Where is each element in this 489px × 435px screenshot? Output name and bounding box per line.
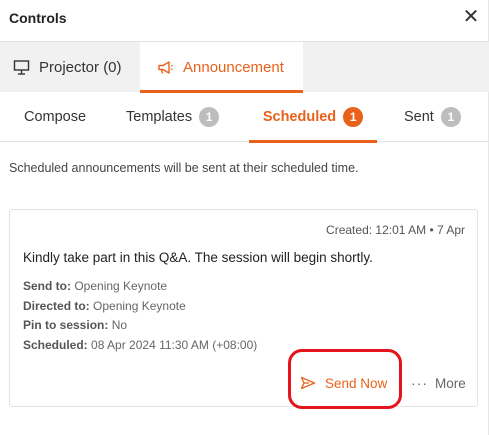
send-icon [300, 376, 316, 390]
tab-templates-label: Templates [126, 109, 193, 125]
directed-to-label: Directed to: [23, 299, 90, 313]
tab-projector[interactable]: Projector (0) [13, 42, 122, 93]
panel-header: Controls ✕ [0, 0, 489, 38]
scheduled-label: Scheduled: [23, 338, 88, 352]
tab-compose[interactable]: Compose [24, 92, 86, 142]
send-to-row: Send to: Opening Keynote [23, 279, 167, 293]
pin-to-session-row: Pin to session: No [23, 318, 127, 332]
tab-announcement-label: Announcement [183, 59, 284, 76]
send-to-label: Send to: [23, 279, 71, 293]
tab-announcement[interactable]: Announcement [140, 42, 303, 93]
tab-sent[interactable]: Sent 1 [404, 92, 461, 142]
scheduled-count-badge: 1 [343, 107, 364, 127]
directed-to-row: Directed to: Opening Keynote [23, 299, 186, 313]
tab-templates[interactable]: Templates 1 [126, 92, 220, 142]
tab-scheduled-label: Scheduled [262, 109, 337, 125]
pin-to-session-value: No [111, 318, 128, 332]
panel-title: Controls [9, 10, 67, 26]
scheduled-row: Scheduled: 08 Apr 2024 11:30 AM (+08:00) [23, 338, 257, 352]
send-to-value: Opening Keynote [74, 279, 168, 293]
close-icon[interactable]: ✕ [462, 7, 480, 27]
scheduled-value: 08 Apr 2024 11:30 AM (+08:00) [91, 338, 258, 352]
tab-projector-label: Projector (0) [39, 59, 122, 76]
sent-count-badge: 1 [440, 107, 461, 127]
tab-sent-label: Sent [404, 109, 434, 125]
send-now-button[interactable]: Send Now [300, 372, 387, 394]
tab-compose-label: Compose [24, 109, 87, 125]
created-timestamp: Created: 12:01 AM • 7 Apr [326, 223, 465, 237]
templates-count-badge: 1 [199, 107, 220, 127]
controls-panel: Controls ✕ Projector (0) Announcement Co… [0, 0, 489, 435]
top-tab-bar: Projector (0) Announcement [0, 41, 489, 93]
more-dots-icon: ··· [411, 375, 428, 391]
scheduled-announcement-card: Created: 12:01 AM • 7 Apr Kindly take pa… [9, 209, 478, 409]
projector-icon [13, 60, 30, 75]
announcement-message: Kindly take part in this Q&A. The sessio… [23, 250, 373, 265]
more-label: More [435, 375, 466, 391]
directed-to-value: Opening Keynote [93, 299, 186, 313]
send-now-label: Send Now [325, 375, 388, 391]
pin-to-session-label: Pin to session: [23, 318, 109, 332]
sub-tab-bar: Compose Templates 1 Scheduled 1 Sent 1 [0, 92, 489, 143]
tab-scheduled[interactable]: Scheduled 1 [249, 92, 377, 143]
more-button[interactable]: ··· More [411, 372, 466, 394]
megaphone-icon [158, 61, 173, 74]
scheduled-info-text: Scheduled announcements will be sent at … [9, 161, 359, 175]
